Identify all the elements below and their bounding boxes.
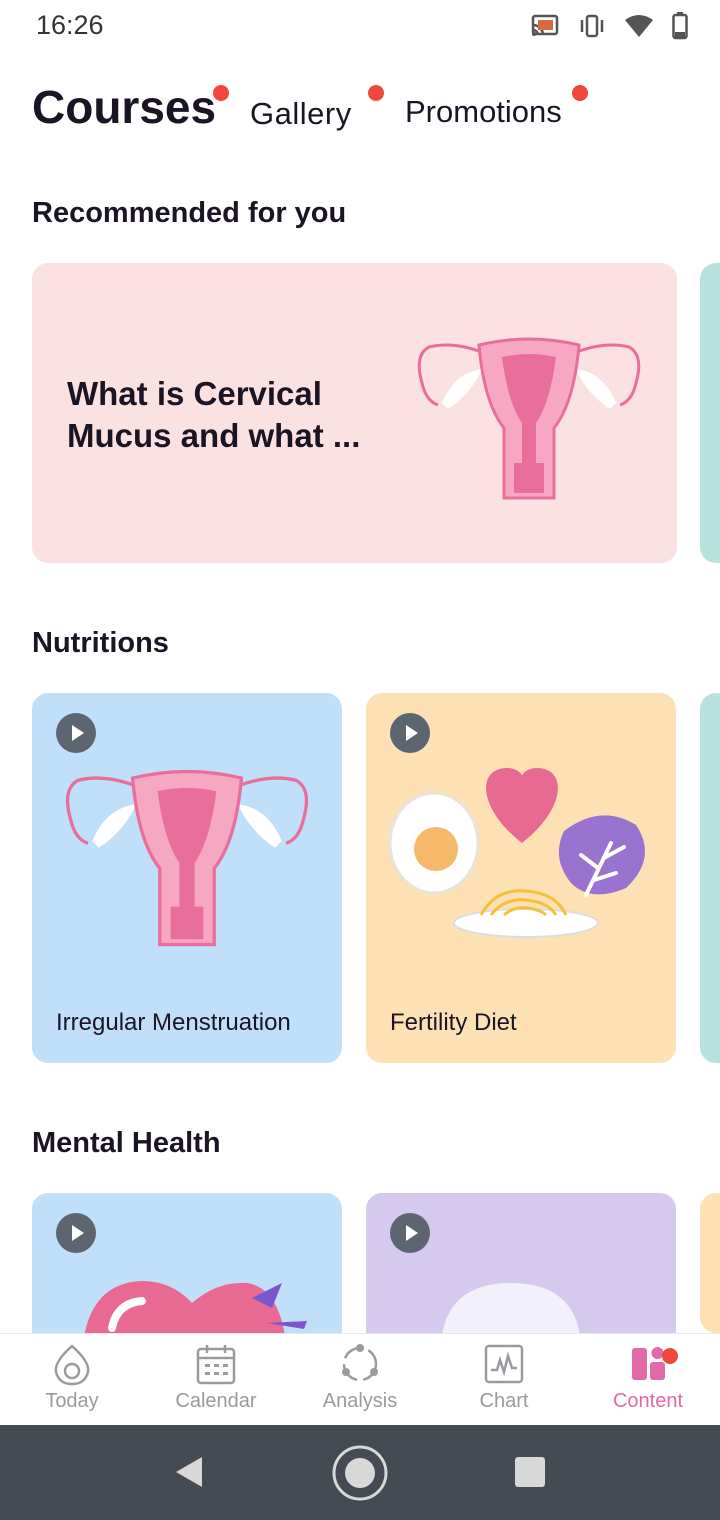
section-title-nutritions: Nutritions — [32, 627, 169, 659]
nav-calendar-label: Calendar — [175, 1390, 257, 1412]
recommended-next-card[interactable] — [700, 263, 720, 563]
battery-icon — [672, 12, 688, 40]
vibrate-icon — [580, 14, 604, 38]
home-icon[interactable] — [331, 1444, 389, 1502]
tab-promotions[interactable]: Promotions — [405, 94, 562, 140]
nav-calendar[interactable]: Calendar — [144, 1342, 288, 1413]
play-icon — [56, 713, 96, 753]
status-bar: 16:26 — [0, 0, 720, 56]
wifi-icon — [625, 15, 653, 37]
tab-courses[interactable]: Courses — [32, 80, 216, 140]
content-badge — [662, 1348, 678, 1364]
gallery-badge — [368, 85, 384, 101]
recommended-card[interactable]: What is Cervical Mucus and what ... — [32, 263, 677, 563]
system-nav-bar — [0, 1425, 720, 1520]
nav-chart[interactable]: Chart — [432, 1342, 576, 1413]
nav-chart-label: Chart — [479, 1390, 529, 1412]
play-icon — [390, 713, 430, 753]
course-card-irregular-menstruation[interactable]: Irregular Menstruation — [32, 693, 342, 1063]
status-time: 16:26 — [36, 10, 104, 40]
bottom-nav: Today Calendar Analysis Chart Content — [0, 1333, 720, 1425]
course-card-title: Fertility Diet — [390, 1009, 517, 1036]
recommended-card-title: What is Cervical Mucus and what ... — [67, 375, 361, 454]
recents-icon[interactable] — [514, 1456, 546, 1488]
mental-health-next-card[interactable] — [700, 1193, 720, 1333]
course-card-fertility-diet[interactable]: Fertility Diet — [366, 693, 676, 1063]
content-icon — [632, 1347, 665, 1380]
play-icon — [390, 1213, 430, 1253]
back-icon[interactable] — [172, 1455, 204, 1489]
food-illustration — [388, 768, 645, 938]
uterus-illustration — [65, 769, 309, 947]
courses-badge — [213, 85, 229, 101]
tab-gallery[interactable]: Gallery — [250, 96, 352, 140]
uterus-illustration — [417, 337, 641, 500]
analysis-icon — [342, 1344, 378, 1382]
chart-icon — [484, 1344, 524, 1384]
nav-content-label: Content — [612, 1390, 684, 1412]
section-title-mental-health: Mental Health — [32, 1127, 221, 1159]
play-icon — [56, 1213, 96, 1253]
section-title-recommended: Recommended for you — [32, 197, 347, 229]
egg-icon — [54, 1344, 90, 1386]
nav-analysis[interactable]: Analysis — [288, 1342, 432, 1413]
top-tabs: Courses Gallery Promotions — [32, 80, 692, 140]
nutritions-next-card[interactable] — [700, 693, 720, 1063]
nav-analysis-label: Analysis — [322, 1390, 398, 1412]
course-card-title: Irregular Menstruation — [56, 1009, 291, 1036]
nav-content[interactable]: Content — [576, 1342, 720, 1413]
cast-icon — [531, 14, 559, 36]
nav-today[interactable]: Today — [0, 1342, 144, 1413]
nav-today-label: Today — [45, 1390, 99, 1412]
calendar-icon — [196, 1345, 236, 1385]
promotions-badge — [572, 85, 588, 101]
